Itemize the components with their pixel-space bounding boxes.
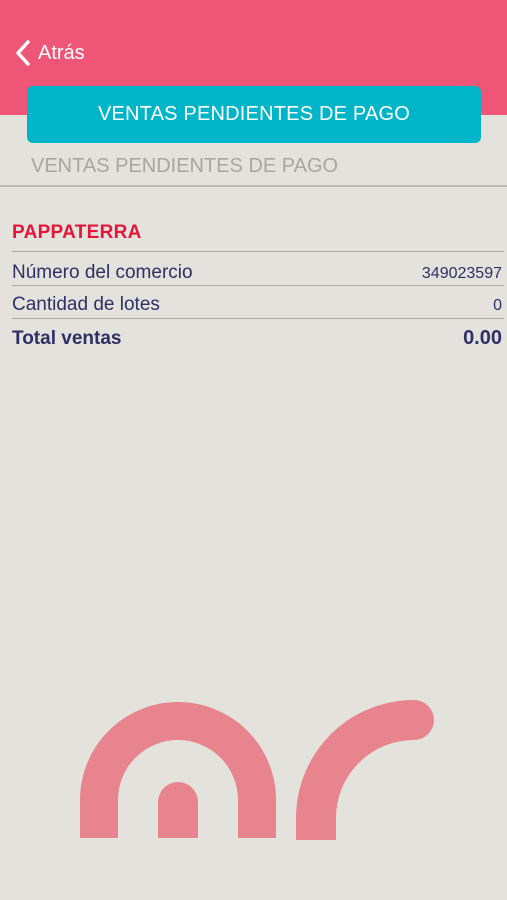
- merchant-number-value: 349023597: [421, 265, 502, 282]
- divider: [12, 318, 504, 319]
- divider: [12, 285, 504, 286]
- section-subtitle: VENTAS PENDIENTES DE PAGO: [31, 155, 339, 177]
- divider: [12, 251, 504, 252]
- brand-logo-icon: [78, 700, 438, 858]
- chevron-left-icon: [14, 39, 32, 67]
- merchant-number-row: Número del comercio 349023597: [12, 262, 502, 284]
- total-sales-row: Total ventas 0.00: [12, 327, 502, 350]
- back-button[interactable]: Atrás: [14, 36, 85, 70]
- batch-count-value: 0: [493, 297, 502, 314]
- back-label: Atrás: [38, 41, 85, 64]
- batch-count-row: Cantidad de lotes 0: [12, 294, 502, 316]
- merchant-number-label: Número del comercio: [12, 262, 193, 283]
- batch-count-label: Cantidad de lotes: [12, 294, 160, 315]
- total-sales-value: 0.00: [463, 327, 502, 349]
- total-sales-label: Total ventas: [12, 328, 122, 349]
- merchant-name: PAPPATERRA: [12, 222, 142, 243]
- pending-sales-button[interactable]: VENTAS PENDIENTES DE PAGO: [27, 86, 481, 143]
- divider: [0, 185, 507, 187]
